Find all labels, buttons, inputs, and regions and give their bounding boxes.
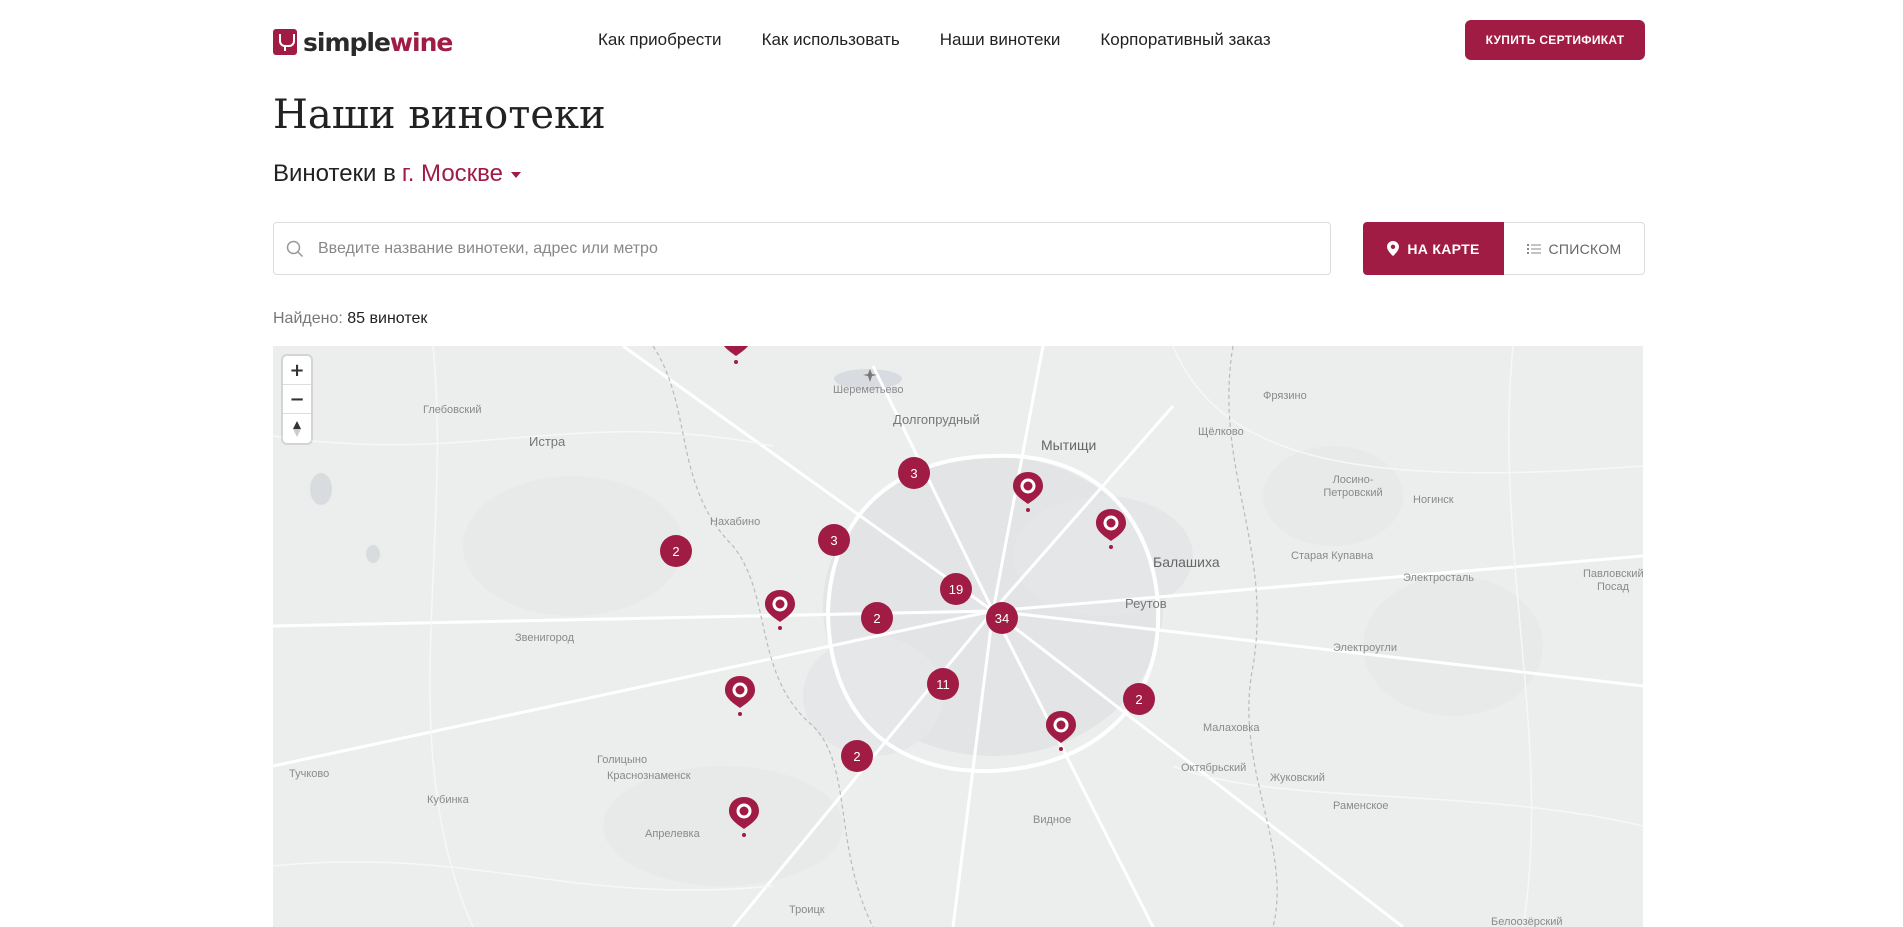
map-cluster[interactable]: 2 — [861, 602, 893, 634]
map-label: Щёлково — [1198, 426, 1244, 438]
map-pin-icon[interactable] — [1043, 709, 1079, 753]
map-label: Краснознаменск — [607, 770, 691, 782]
map-label: Апрелевка — [645, 828, 700, 840]
found-count: Найдено: 85 винотек — [273, 310, 427, 328]
view-list-label: СПИСКОМ — [1548, 240, 1622, 257]
city-selector: Винотеки в г. Москве — [273, 160, 521, 188]
map-label: Ногинск — [1413, 494, 1454, 506]
map-label: Октябрьский — [1181, 762, 1247, 774]
main-nav: Как приобрести Как использовать Наши вин… — [598, 30, 1271, 50]
map-pin-icon[interactable] — [1010, 470, 1046, 514]
map-cluster[interactable]: 11 — [927, 668, 959, 700]
map-label: Троицк — [789, 904, 825, 916]
found-value: 85 винотек — [347, 310, 428, 327]
map-label: Голицыно — [597, 754, 648, 766]
search-box — [273, 222, 1331, 275]
map-pin-icon — [1387, 241, 1400, 256]
logo-text-wine: wine — [389, 27, 453, 57]
map-pin-icon[interactable] — [726, 795, 762, 839]
buy-certificate-button[interactable]: КУПИТЬ СЕРТИФИКАТ — [1465, 20, 1645, 60]
site-header: simplewine Как приобрести Как использова… — [0, 0, 1903, 82]
zoom-control: + − — [283, 356, 311, 443]
map-label: Звенигород — [515, 632, 575, 644]
map-label: Долгопрудный — [893, 412, 980, 427]
view-list-button[interactable]: СПИСКОМ — [1504, 222, 1645, 275]
map-label: Глебовский — [423, 404, 482, 416]
page-title: Наши винотеки — [273, 92, 606, 138]
map-label: Старая Купавна — [1291, 550, 1374, 562]
view-toggle: НА КАРТЕ СПИСКОМ — [1363, 222, 1645, 275]
found-label: Найдено: — [273, 310, 343, 327]
zoom-in-button[interactable]: + — [283, 356, 311, 385]
map-label: Тучково — [289, 768, 330, 780]
map-pin-icon[interactable] — [762, 588, 798, 632]
map-label: Белоозёрский — [1491, 916, 1563, 927]
search-icon — [286, 240, 304, 258]
city-dropdown[interactable]: г. Москве — [402, 160, 503, 188]
map-label: Кубинка — [427, 794, 469, 806]
map-label: Истра — [529, 434, 566, 449]
nav-item-wine-shops[interactable]: Наши винотеки — [940, 30, 1061, 50]
map-label: Мытищи — [1041, 437, 1097, 453]
list-icon — [1526, 243, 1541, 254]
logo-text-simple: simple — [303, 27, 391, 57]
map-pin-icon[interactable] — [1093, 507, 1129, 551]
city-prefix: Винотеки в — [273, 160, 396, 187]
nav-item-corporate[interactable]: Корпоративный заказ — [1100, 30, 1270, 50]
map-label: Балашиха — [1153, 554, 1220, 570]
view-map-label: НА КАРТЕ — [1407, 240, 1480, 257]
map[interactable]: Шереметьево Глебовский Истра Долгопрудны… — [273, 346, 1643, 927]
zoom-out-button[interactable]: − — [283, 385, 311, 414]
map-pin-icon[interactable] — [722, 674, 758, 718]
map-label: Нахабино — [710, 516, 761, 528]
map-cluster[interactable]: 19 — [940, 573, 972, 605]
map-cluster[interactable]: 2 — [841, 740, 873, 772]
map-background — [273, 346, 1643, 927]
caret-down-icon[interactable] — [511, 172, 521, 178]
map-cluster[interactable]: 2 — [1123, 683, 1155, 715]
map-cluster[interactable]: 3 — [818, 524, 850, 556]
map-label: Электроугли — [1333, 642, 1397, 654]
map-label: Видное — [1033, 814, 1072, 826]
map-cluster[interactable]: 3 — [898, 457, 930, 489]
map-label: Малаховка — [1203, 722, 1260, 734]
map-cluster[interactable]: 2 — [660, 535, 692, 567]
compass-button[interactable] — [283, 414, 311, 443]
search-input[interactable] — [318, 224, 1318, 274]
map-label: Реутов — [1125, 596, 1167, 611]
map-label: Фрязино — [1263, 390, 1307, 402]
map-pin-icon[interactable] — [718, 346, 754, 366]
wine-glass-icon — [273, 29, 297, 55]
map-label: Шереметьево — [833, 384, 904, 396]
map-label: Жуковский — [1270, 772, 1325, 784]
logo[interactable]: simplewine — [273, 27, 453, 57]
nav-item-how-to-use[interactable]: Как использовать — [762, 30, 900, 50]
compass-icon — [293, 420, 301, 437]
map-label: Раменское — [1333, 800, 1389, 812]
map-label: Электросталь — [1403, 572, 1474, 584]
map-label: Лосино-Петровский — [1323, 474, 1383, 499]
map-cluster[interactable]: 34 — [986, 602, 1018, 634]
nav-item-how-to-buy[interactable]: Как приобрести — [598, 30, 722, 50]
view-map-button[interactable]: НА КАРТЕ — [1363, 222, 1504, 275]
map-label: Павловский Посад — [1583, 568, 1643, 593]
